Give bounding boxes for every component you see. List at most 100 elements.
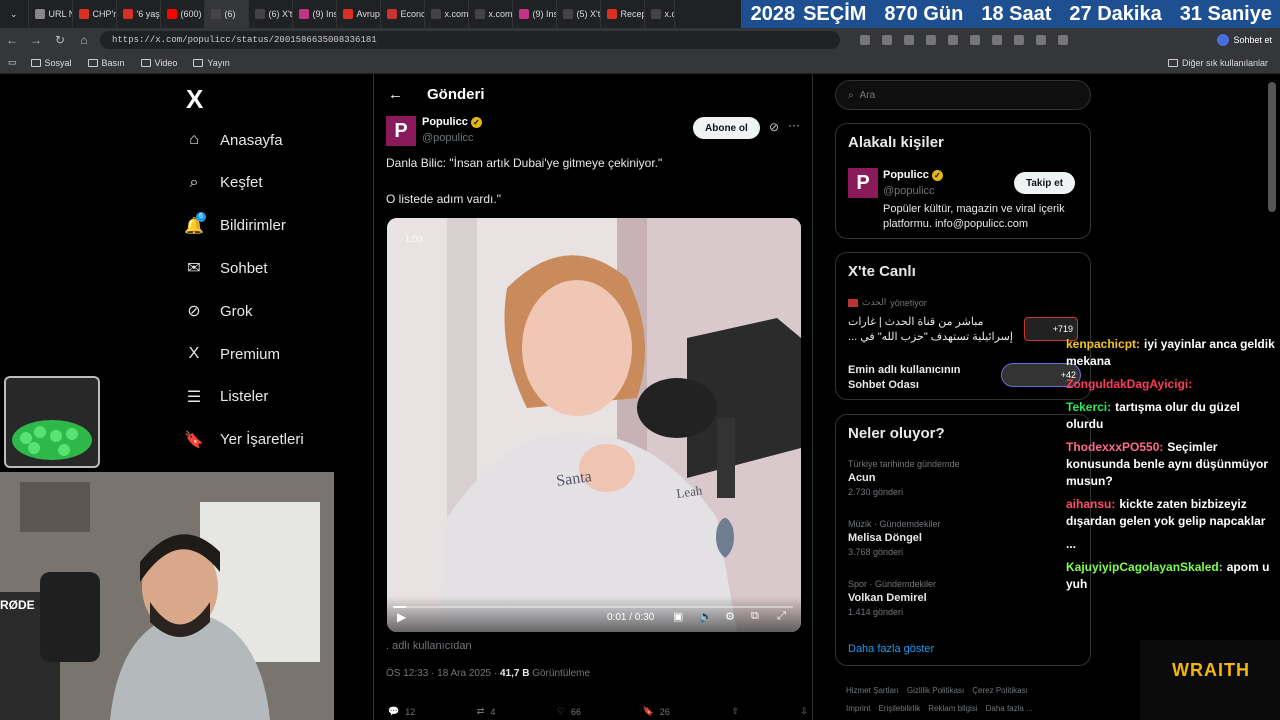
- extension-icon[interactable]: [860, 35, 870, 45]
- more-options-icon[interactable]: ···: [788, 118, 800, 132]
- trend-count: 2.730 gönderi: [848, 487, 904, 497]
- extension-icon[interactable]: [1036, 35, 1046, 45]
- repost-button[interactable]: ⇄ 4: [477, 706, 496, 717]
- forward-icon[interactable]: →: [24, 33, 48, 47]
- nav-item-premium[interactable]: X Premium: [184, 344, 280, 364]
- footer-link[interactable]: Reklam bilgisi: [928, 704, 977, 713]
- browser-tab[interactable]: x.c: [645, 0, 675, 28]
- url-field[interactable]: https://x.com/populicc/status/2001586635…: [100, 31, 840, 49]
- browser-tab[interactable]: Econo: [381, 0, 425, 28]
- show-more-link[interactable]: Daha fazla göster: [848, 643, 934, 655]
- extension-icon[interactable]: [992, 35, 1002, 45]
- author-handle[interactable]: @populicc: [422, 132, 474, 144]
- chat-username: ...: [1066, 537, 1077, 551]
- subscribe-button[interactable]: Abone ol: [693, 117, 760, 139]
- pip-icon[interactable]: ⧉: [751, 610, 759, 623]
- extension-icon[interactable]: [1014, 35, 1024, 45]
- settings-gear-icon[interactable]: ⚙: [725, 610, 735, 623]
- chat-message: aihansu: kickte zaten bizbizeyiz dışardan…: [1066, 496, 1276, 530]
- follow-button[interactable]: Takip et: [1014, 172, 1076, 194]
- related-name[interactable]: Populicc ✓: [883, 169, 943, 181]
- extension-icon[interactable]: [948, 35, 958, 45]
- footer-link[interactable]: Gizlilik Politikası: [907, 686, 964, 695]
- banner-minutes: 27 Dakika: [1069, 2, 1162, 25]
- author-avatar[interactable]: P: [386, 116, 416, 146]
- related-avatar[interactable]: P: [848, 168, 878, 198]
- page-scrollbar[interactable]: [1268, 82, 1276, 212]
- browser-tab[interactable]: '6 yaşı: [117, 0, 161, 28]
- extension-icon[interactable]: [970, 35, 980, 45]
- author-name[interactable]: Populicc ✓: [422, 116, 482, 128]
- post-text-line: Danla Bilic: "İnsan artık Dubai'ye gitme…: [386, 156, 663, 170]
- browser-tab[interactable]: (600) E: [161, 0, 205, 28]
- browser-tab[interactable]: CHP'ni: [73, 0, 117, 28]
- video-progress-fill: [393, 606, 407, 608]
- fullscreen-icon[interactable]: ⤢: [777, 610, 786, 623]
- bookmark-folder[interactable]: Basın: [87, 58, 125, 68]
- extension-icon[interactable]: [926, 35, 936, 45]
- bookmark-folder[interactable]: Video: [140, 58, 177, 68]
- nav-item-sohbet[interactable]: ✉ Sohbet: [184, 258, 267, 278]
- back-icon[interactable]: ←: [0, 33, 24, 47]
- browser-tab[interactable]: (5) X'te: [557, 0, 601, 28]
- reply-button[interactable]: 💬 12: [388, 706, 415, 717]
- captions-icon[interactable]: ▣: [673, 610, 683, 623]
- footer-link[interactable]: Erişilebilirlik: [878, 704, 920, 713]
- nav-item-anasayfa[interactable]: ⌂ Anasayfa: [184, 130, 282, 150]
- tab-label: (6) X'te: [268, 9, 293, 19]
- bookmarks-menu-icon[interactable]: ▭: [8, 57, 17, 68]
- tab-menu-button[interactable]: ⌄: [0, 0, 29, 28]
- browser-tab[interactable]: (6): [204, 0, 249, 28]
- related-handle[interactable]: @populicc: [883, 185, 935, 197]
- download-button[interactable]: ⇩: [800, 706, 808, 717]
- browser-tab[interactable]: Avrupa: [337, 0, 381, 28]
- grok-icon[interactable]: ⊘: [769, 120, 779, 134]
- browser-tab[interactable]: x.com/: [425, 0, 469, 28]
- extension-icon[interactable]: [882, 35, 892, 45]
- post-timestamp[interactable]: ÖS 12:33 · 18 Ara 2025 ·: [386, 668, 497, 679]
- source-note[interactable]: . adlı kullanıcıdan: [386, 640, 472, 652]
- nav-item-yer-i-şaretleri[interactable]: 🔖 Yer İşaretleri: [184, 430, 304, 450]
- volume-icon[interactable]: 🔈: [699, 610, 713, 623]
- browser-tab[interactable]: (9) Inst: [293, 0, 337, 28]
- like-button[interactable]: ♡ 66: [557, 706, 581, 717]
- copilot-chat-button[interactable]: Sohbet et: [1217, 34, 1272, 46]
- play-icon[interactable]: ▶: [397, 610, 406, 624]
- browser-tab[interactable]: x.com/: [469, 0, 513, 28]
- footer-link[interactable]: Daha fazla ...: [986, 704, 1033, 713]
- search-input[interactable]: ⌕ Ara: [835, 80, 1091, 110]
- live-space-title[interactable]: مباشر من قناة الحدث | غارات إسرائيلية تس…: [848, 315, 1018, 345]
- live-host-role: yönetiyor: [890, 297, 927, 308]
- trend-item[interactable]: Spor · Gündemdekiler Volkan Demirel 1.41…: [848, 579, 936, 617]
- nav-item-keşfet[interactable]: ⌕ Keşfet: [184, 173, 263, 193]
- video-progress-bar[interactable]: [393, 606, 793, 608]
- footer-link[interactable]: Çerez Politikası: [972, 686, 1028, 695]
- video-player[interactable]: Santa Leah 1:00 ▶ 0:01 / 0:30 ▣ 🔈 ⚙ ⧉ ⤢: [387, 218, 801, 632]
- browser-tab[interactable]: Recep: [601, 0, 645, 28]
- back-arrow-icon[interactable]: ←: [388, 86, 403, 103]
- footer-link[interactable]: Imprint: [846, 704, 870, 713]
- reload-icon[interactable]: ↻: [48, 33, 72, 47]
- trend-item[interactable]: Türkiye tarihinde gündemde Acun 2.730 gö…: [848, 459, 960, 497]
- browser-tab[interactable]: (9) Inst: [513, 0, 557, 28]
- browser-tab[interactable]: URL N: [29, 0, 73, 28]
- live-space-title[interactable]: Emin adlı kullanıcının Sohbet Odası: [848, 363, 998, 393]
- trend-item[interactable]: Müzik · Gündemdekiler Melisa Döngel 3.76…: [848, 519, 941, 557]
- browser-tab[interactable]: (6) X'te: [249, 0, 293, 28]
- nav-item-grok[interactable]: ⊘ Grok: [184, 301, 252, 321]
- chat-message: KajuyiyipCagolayanSkaled: apom u yuh: [1066, 559, 1276, 593]
- nav-item-listeler[interactable]: ☰ Listeler: [184, 387, 269, 407]
- other-bookmarks[interactable]: Diğer sık kullanılanlar: [1167, 58, 1268, 68]
- tab-favicon-icon: [562, 9, 573, 19]
- bookmark-button[interactable]: 🔖 26: [643, 706, 670, 717]
- extension-icon[interactable]: [1058, 35, 1068, 45]
- footer-link[interactable]: Hizmet Şartları: [846, 686, 899, 695]
- share-button[interactable]: ⇧: [731, 706, 739, 717]
- extension-icon[interactable]: [904, 35, 914, 45]
- reply-icon: 💬: [388, 706, 400, 716]
- bookmark-folder[interactable]: Yayın: [193, 58, 230, 68]
- home-button-icon[interactable]: ⌂: [72, 33, 96, 47]
- nav-item-bildirimler[interactable]: 🔔 6 Bildirimler: [184, 211, 286, 236]
- bookmark-folder[interactable]: Sosyal: [30, 58, 72, 68]
- x-logo[interactable]: X: [186, 84, 203, 115]
